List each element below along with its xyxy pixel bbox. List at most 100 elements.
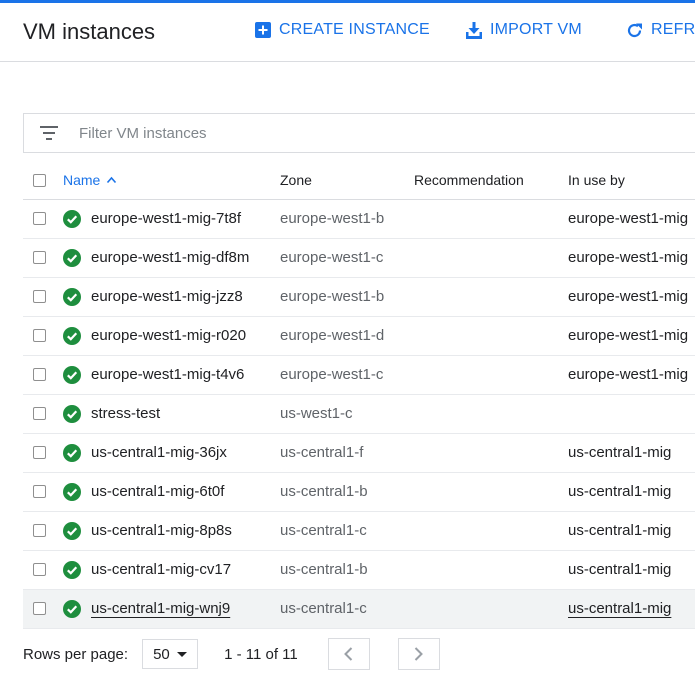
row-select-cell xyxy=(23,355,63,394)
check-circle-icon xyxy=(63,365,81,384)
in-use-by-link[interactable]: europe-west1-mig xyxy=(568,210,688,227)
recommendation-cell xyxy=(414,355,568,394)
recommendation-cell xyxy=(414,277,568,316)
zone-column-header[interactable]: Zone xyxy=(280,162,414,199)
in-use-by-cell: europe-west1-mig xyxy=(568,316,695,355)
filter-bar[interactable] xyxy=(23,113,695,153)
in-use-by-link[interactable]: us-central1-mig xyxy=(568,600,671,617)
instance-name-link[interactable]: stress-test xyxy=(91,405,160,422)
row-checkbox[interactable] xyxy=(33,524,46,537)
row-checkbox[interactable] xyxy=(33,368,46,381)
in-use-by-cell: us-central1-mig xyxy=(568,433,695,472)
table-row[interactable]: us-central1-mig-wnj9 us-central1-c us-cent… xyxy=(23,589,695,628)
instance-name-link[interactable]: europe-west1-mig-t4v6 xyxy=(91,366,244,383)
check-circle-icon xyxy=(63,599,81,618)
instance-name-link[interactable]: us-central1-mig-36jx xyxy=(91,444,227,461)
recommendation-cell xyxy=(414,199,568,238)
in-use-by-cell: europe-west1-mig xyxy=(568,277,695,316)
row-checkbox[interactable] xyxy=(33,407,46,420)
arrow-up-icon xyxy=(107,177,117,184)
table-row[interactable]: europe-west1-mig-r020 europe-west1-d europ… xyxy=(23,316,695,355)
next-page-button[interactable] xyxy=(397,638,440,670)
check-circle-icon xyxy=(63,287,81,306)
check-circle-icon xyxy=(63,443,81,462)
instance-name-link[interactable]: europe-west1-mig-r020 xyxy=(91,327,246,344)
select-all-checkbox[interactable] xyxy=(33,173,46,187)
table-row[interactable]: europe-west1-mig-jzz8 europe-west1-b europ… xyxy=(23,277,695,316)
recommendation-cell xyxy=(414,238,568,277)
row-checkbox[interactable] xyxy=(33,446,46,459)
rows-per-page-select[interactable]: 50 xyxy=(142,639,199,669)
in-use-by-link[interactable]: us-central1-mig xyxy=(568,444,671,461)
instance-name-link[interactable]: europe-west1-mig-df8m xyxy=(91,249,249,266)
in-use-by-column-header[interactable]: In use by xyxy=(568,162,695,199)
import-vm-button[interactable]: IMPORT VM xyxy=(466,21,582,39)
in-use-by-link[interactable]: europe-west1-mig xyxy=(568,288,688,305)
instance-name-link[interactable]: europe-west1-mig-jzz8 xyxy=(91,288,243,305)
name-column-label: Name xyxy=(63,172,101,189)
instance-name-cell: us-central1-mig-6t0f xyxy=(63,472,280,511)
row-checkbox[interactable] xyxy=(33,485,46,498)
create-instance-label: CREATE INSTANCE xyxy=(279,21,430,38)
in-use-by-link[interactable]: europe-west1-mig xyxy=(568,327,688,344)
in-use-by-link[interactable]: europe-west1-mig xyxy=(568,366,688,383)
recommendation-cell xyxy=(414,472,568,511)
instance-name-cell: europe-west1-mig-jzz8 xyxy=(63,277,280,316)
previous-page-button[interactable] xyxy=(327,638,370,670)
in-use-by-link[interactable]: us-central1-mig xyxy=(568,483,671,500)
table-row[interactable]: us-central1-mig-cv17 us-central1-b us-cent… xyxy=(23,550,695,589)
row-select-cell xyxy=(23,199,63,238)
table-row[interactable]: us-central1-mig-36jx us-central1-f us-cent… xyxy=(23,433,695,472)
check-circle-icon xyxy=(63,482,81,501)
check-circle-icon xyxy=(63,248,81,267)
instance-name-link[interactable]: us-central1-mig-cv17 xyxy=(91,561,231,578)
table-row[interactable]: europe-west1-mig-7t8f europe-west1-b europ… xyxy=(23,199,695,238)
table-row[interactable]: europe-west1-mig-df8m europe-west1-c europ… xyxy=(23,238,695,277)
row-checkbox[interactable] xyxy=(33,290,46,303)
create-instance-button[interactable]: CREATE INSTANCE xyxy=(255,21,430,39)
table-row[interactable]: us-central1-mig-6t0f us-central1-b us-cent… xyxy=(23,472,695,511)
instance-name-link[interactable]: us-central1-mig-8p8s xyxy=(91,522,232,539)
table-row[interactable]: europe-west1-mig-t4v6 europe-west1-c europ… xyxy=(23,355,695,394)
recommendation-cell xyxy=(414,433,568,472)
row-select-cell xyxy=(23,394,63,433)
instance-name-link[interactable]: us-central1-mig-6t0f xyxy=(91,483,224,500)
zone-cell: europe-west1-b xyxy=(280,210,385,227)
pagination-bar: Rows per page: 50 1 - 11 of 11 xyxy=(23,638,440,670)
name-column-header[interactable]: Name xyxy=(63,162,280,199)
instance-name-link[interactable]: us-central1-mig-wnj9 xyxy=(91,600,230,617)
refresh-button[interactable]: REFRESH xyxy=(626,21,695,39)
instance-name-cell: us-central1-mig-8p8s xyxy=(63,511,280,550)
in-use-by-cell: us-central1-mig xyxy=(568,511,695,550)
instance-name-cell: europe-west1-mig-7t8f xyxy=(63,199,280,238)
filter-input[interactable] xyxy=(77,123,481,143)
pagination-range: 1 - 11 of 11 xyxy=(224,645,298,663)
row-checkbox[interactable] xyxy=(33,212,46,225)
filter-list-icon xyxy=(40,126,58,140)
page-title: VM instances xyxy=(23,19,156,44)
instance-name-link[interactable]: europe-west1-mig-7t8f xyxy=(91,210,241,227)
in-use-by-link[interactable]: europe-west1-mig xyxy=(568,249,688,266)
in-use-by-link[interactable]: us-central1-mig xyxy=(568,522,671,539)
instance-name-cell: us-central1-mig-wnj9 xyxy=(63,589,280,628)
row-checkbox[interactable] xyxy=(33,602,46,615)
refresh-label: REFRESH xyxy=(651,21,695,38)
row-select-cell xyxy=(23,550,63,589)
recommendation-cell xyxy=(414,550,568,589)
instance-name-cell: europe-west1-mig-t4v6 xyxy=(63,355,280,394)
table-row[interactable]: us-central1-mig-8p8s us-central1-c us-cent… xyxy=(23,511,695,550)
table-row[interactable]: stress-test us-west1-c xyxy=(23,394,695,433)
recommendation-column-header[interactable]: Recommendation xyxy=(414,162,568,199)
in-use-by-cell: us-central1-mig xyxy=(568,472,695,511)
row-select-cell xyxy=(23,433,63,472)
row-select-cell xyxy=(23,472,63,511)
row-checkbox[interactable] xyxy=(33,329,46,342)
check-circle-icon xyxy=(63,521,81,540)
in-use-by-link[interactable]: us-central1-mig xyxy=(568,561,671,578)
refresh-icon xyxy=(627,23,642,37)
row-checkbox[interactable] xyxy=(33,563,46,576)
row-checkbox[interactable] xyxy=(33,251,46,264)
zone-cell: us-west1-c xyxy=(280,405,353,422)
import-vm-label: IMPORT VM xyxy=(490,21,582,38)
in-use-by-cell: europe-west1-mig xyxy=(568,238,695,277)
